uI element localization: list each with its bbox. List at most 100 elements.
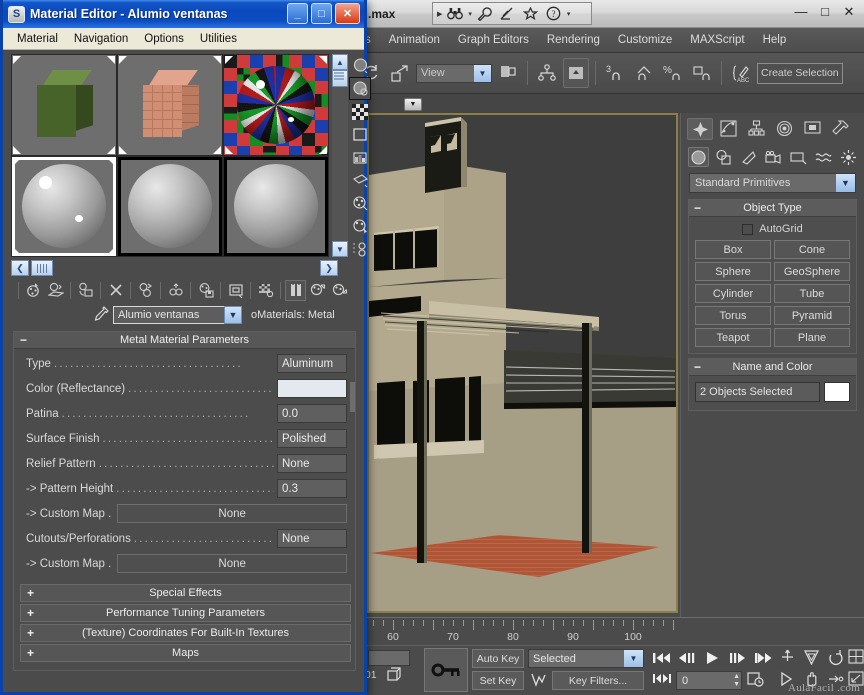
param-value-pattern-height[interactable]: 0.3 [277,479,347,498]
collapse-sign[interactable]: − [694,201,701,215]
make-material-copy-icon[interactable] [135,280,156,301]
backlight-icon[interactable] [349,77,371,100]
spinner-icon[interactable]: ▲ ▼ [733,673,740,689]
quick-access-overflow-icon[interactable]: ▾ [567,10,571,18]
torus-button[interactable]: Torus [695,306,771,325]
rollout-texture-coordinates[interactable]: + (Texture) Coordinates For Built-In Tex… [20,624,351,642]
go-to-start-icon[interactable] [652,650,672,666]
menu-item-material[interactable]: Material [9,31,66,47]
max-window-buttons[interactable]: — □ ✕ [794,4,856,20]
sample-slot-2[interactable] [118,55,222,155]
menu-item-utilities[interactable]: Utilities [192,31,245,47]
edit-named-selection-sets-icon[interactable]: ABC [728,58,754,88]
next-frame-icon[interactable] [728,650,748,666]
show-map-in-viewport-icon[interactable] [255,280,276,301]
binoculars-caret-icon[interactable]: ▾ [468,10,472,18]
collapse-sign[interactable]: − [694,360,701,374]
get-material-icon[interactable] [23,280,44,301]
viewport-perspective[interactable] [367,113,678,613]
sample-slot-3[interactable] [224,55,328,155]
scroll-up-icon[interactable]: ▲ [332,54,348,70]
eyedropper-icon[interactable] [93,305,109,325]
auto-key-button[interactable]: Auto Key [472,649,524,668]
rollout-maps[interactable]: + Maps [20,644,351,662]
helpers-icon[interactable] [788,147,809,167]
chevron-down-icon[interactable]: ▼ [624,650,643,667]
named-selection-set-field[interactable]: Create Selection S [757,62,843,84]
select-and-scale-icon[interactable] [387,58,413,88]
geometry-icon[interactable] [688,147,710,167]
make-unique-icon[interactable] [165,280,186,301]
param-value-relief-pattern[interactable]: None [277,454,347,473]
object-type-header[interactable]: − Object Type [689,200,856,217]
hscroll-thumb[interactable] [31,260,53,276]
material-name-field[interactable]: Alumio ventanas ▼ [113,306,242,324]
binoculars-icon[interactable] [445,4,465,23]
create-tab[interactable] [687,118,713,140]
go-to-end-icon[interactable] [754,650,774,666]
chevron-down-icon[interactable]: ▼ [474,64,491,82]
menu-item-animation[interactable]: Animation [380,31,449,49]
name-and-color-header[interactable]: − Name and Color [689,359,856,376]
hscroll-right-icon[interactable]: ❯ [320,260,338,276]
collapsed-rollouts[interactable]: + Special Effects + Performance Tuning P… [20,584,351,664]
shield-max-icon[interactable] [803,649,820,666]
sample-slot-5[interactable] [118,156,222,256]
expand-sign[interactable]: + [27,606,34,620]
menu-item-rendering[interactable]: Rendering [538,31,609,49]
arc-rotate-icon[interactable] [827,649,844,666]
key-mode-combo[interactable]: Selected ▼ [528,649,644,668]
param-value-custom-map-1[interactable]: None [117,504,347,523]
sample-slot-6[interactable] [224,156,328,256]
spacewarps-icon[interactable] [813,147,834,167]
scroll-down-icon[interactable]: ▼ [332,241,348,257]
cone-button[interactable]: Cone [774,240,850,259]
command-panel[interactable]: Standard Primitives ▼ − Object Type Auto… [680,113,864,617]
menu-item-help[interactable]: Help [754,31,796,49]
command-panel-tabs[interactable] [681,113,864,143]
scroll-thumb[interactable] [332,70,348,87]
maximize-viewport-icon[interactable] [848,649,864,666]
viewport-dropdown-icon[interactable]: ▼ [404,98,422,111]
object-type-buttons[interactable]: Box Cone Sphere GeoSphere Cylinder Tube … [689,240,856,347]
quick-access-caret-icon[interactable]: ▶ [437,10,442,18]
satellite-icon[interactable] [498,4,518,23]
param-value-custom-map-2[interactable]: None [117,554,347,573]
slots-horizontal-scrollbar[interactable]: ❮ ❯ [11,260,338,277]
object-name-field[interactable]: 2 Objects Selected [695,382,820,402]
chevron-down-icon[interactable]: ▼ [224,306,242,324]
hscroll-left-icon[interactable]: ❮ [11,260,29,276]
object-category-combo[interactable]: Standard Primitives ▼ [689,173,856,193]
material-type-button[interactable]: oMaterials: Metal [251,309,335,321]
expand-sign[interactable]: + [27,646,34,660]
expand-sign[interactable]: + [27,586,34,600]
name-row[interactable]: 2 Objects Selected [689,376,856,404]
me-minimize-button[interactable]: _ [287,3,308,24]
sample-slot-1[interactable] [12,55,116,155]
key-filters-button[interactable]: Key Filters... [552,671,644,690]
motion-tab[interactable] [771,118,797,140]
params-scroll-indicator[interactable] [350,382,355,412]
star-icon[interactable] [521,4,541,23]
param-value-color-swatch[interactable] [277,379,347,398]
material-editor-titlebar[interactable]: S Material Editor - Alumio ventanas _ □ … [3,0,364,28]
use-pivot-point-center-icon[interactable] [495,58,521,88]
teapot-button[interactable]: Teapot [695,328,771,347]
tube-button[interactable]: Tube [774,284,850,303]
go-to-parent-icon[interactable] [307,280,328,301]
sample-uv-tiling-icon[interactable] [349,123,371,146]
assign-to-selection-icon[interactable] [75,280,96,301]
previous-frame-icon[interactable] [677,650,697,666]
menu-item-options[interactable]: Options [136,31,192,47]
cylinder-button[interactable]: Cylinder [695,284,771,303]
material-editor-window-buttons[interactable]: _ □ ✕ [287,3,360,24]
set-key-curve-icon[interactable] [531,672,547,688]
angle-snap-icon[interactable] [631,58,657,88]
key-mode-toggle[interactable] [424,648,468,692]
param-value-type[interactable]: Aluminum [277,354,347,373]
menu-item-maxscript[interactable]: MAXScript [681,31,753,49]
put-to-library-icon[interactable] [195,280,216,301]
param-value-surface-finish[interactable]: Polished [277,429,347,448]
current-frame-field[interactable]: 0 ▲ ▼ [676,671,742,690]
quick-access-toolbar[interactable]: ▶ ▾ ? ▾ [432,2,592,25]
